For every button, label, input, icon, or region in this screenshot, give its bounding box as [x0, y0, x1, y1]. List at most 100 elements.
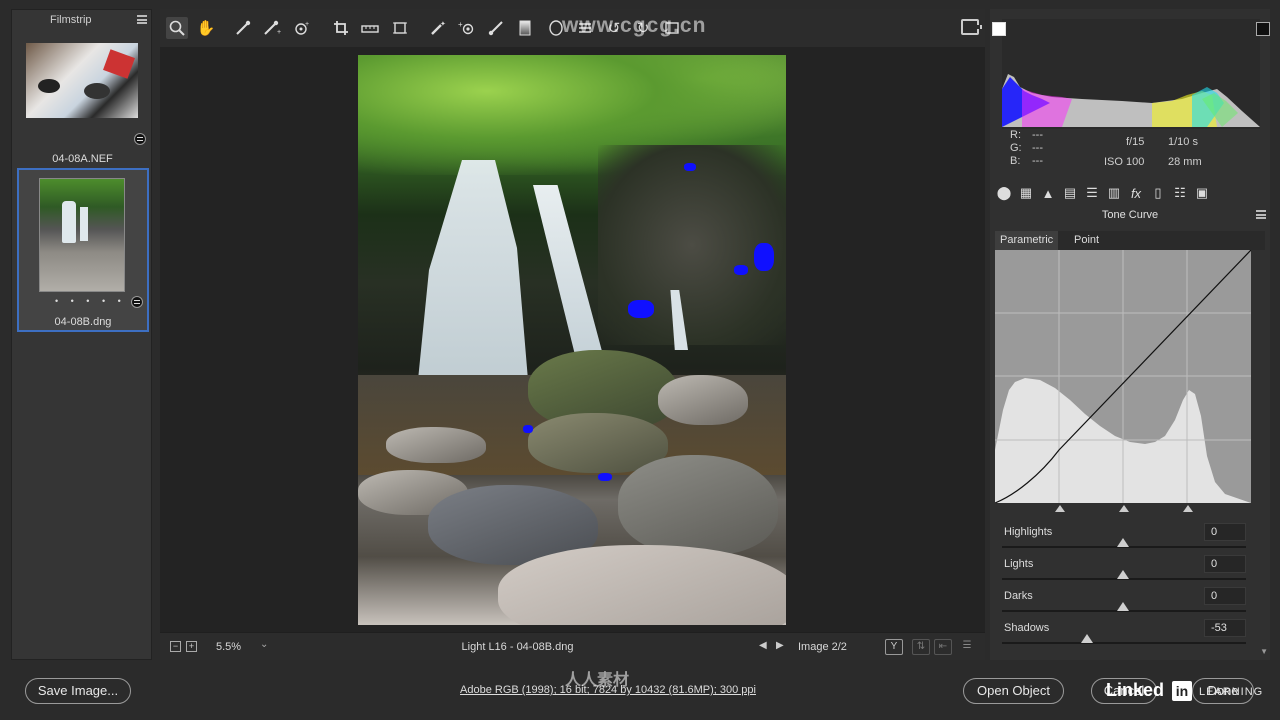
before-after-toggle[interactable]: Y [885, 639, 903, 655]
slider-track[interactable] [1002, 642, 1246, 644]
effects-tab-icon[interactable]: fx [1127, 184, 1145, 202]
shadow-clipping-overlay [684, 163, 696, 171]
swap-settings-icon[interactable]: ⇅ [912, 639, 930, 655]
svg-text:+: + [305, 21, 309, 28]
focal-length: 28 mm [1168, 156, 1202, 168]
targeted-adjustment-icon[interactable]: + [291, 17, 313, 39]
highlight-clipping-warning-toggle[interactable] [1256, 22, 1270, 36]
blue-value: --- [1032, 155, 1043, 167]
slider-thumb[interactable] [1117, 602, 1129, 611]
presets-tab-icon[interactable]: ☷ [1171, 184, 1189, 202]
thumbnail-filename: 04-08A.NEF [52, 153, 113, 165]
svg-text:+: + [458, 20, 463, 29]
logo-text: Linked [1106, 680, 1165, 700]
panel-menu-icon[interactable] [1256, 210, 1266, 219]
slider-label: Highlights [1004, 526, 1053, 538]
slider-label: Lights [1004, 558, 1034, 570]
filmstrip-thumbnail-1[interactable]: 04-08A.NEF [16, 35, 149, 173]
histogram-chart [1002, 74, 1260, 127]
image-info: R: --- G: --- B: --- f/15 1/10 s ISO 100… [990, 129, 1270, 179]
white-balance-picker-icon[interactable] [232, 17, 254, 39]
site-watermark: www.cgcg.cn [562, 14, 707, 37]
graduated-filter-icon[interactable] [514, 17, 536, 39]
panel-title: Tone Curve [1101, 209, 1159, 221]
slider-lights: Lights 0 [1002, 555, 1246, 590]
shadow-clipping-overlay [628, 300, 654, 318]
blue-label: B: [1010, 155, 1021, 167]
tab-point[interactable]: Point [1069, 231, 1104, 250]
green-label: G: [1010, 142, 1022, 154]
right-panel: R: --- G: --- B: --- f/15 1/10 s ISO 100… [990, 9, 1270, 660]
straighten-icon[interactable] [359, 17, 381, 39]
thumbnail-image [26, 43, 138, 118]
shutter-speed: 1/10 s [1168, 136, 1198, 148]
svg-text:+: + [277, 29, 281, 36]
slider-thumb[interactable] [1081, 634, 1093, 643]
zoom-icon[interactable] [166, 17, 188, 39]
region-split-handle-1[interactable] [1055, 505, 1065, 512]
scroll-down-arrow-icon[interactable]: ▼ [1260, 647, 1268, 656]
tone-curve-tab-icon[interactable]: ▦ [1017, 184, 1035, 202]
region-split-handle-3[interactable] [1183, 505, 1193, 512]
shadow-clipping-overlay [754, 243, 774, 271]
snapshots-tab-icon[interactable]: ▣ [1193, 184, 1211, 202]
filmstrip-title: Filmstrip [50, 14, 92, 26]
shadow-clipping-overlay [523, 425, 533, 433]
hsl-tab-icon[interactable]: ▤ [1061, 184, 1079, 202]
bottom-bar: Save Image... Adobe RGB (1998); 16 bit; … [0, 662, 1280, 720]
svg-text:✦: ✦ [440, 20, 446, 28]
thumbnail-image [39, 178, 125, 292]
logo-in-box: in [1172, 681, 1192, 701]
filmstrip-menu-icon[interactable] [137, 15, 147, 24]
aperture: f/15 [1126, 136, 1145, 148]
tab-parametric[interactable]: Parametric [995, 231, 1059, 250]
camera-calibration-tab-icon[interactable]: ▯ [1149, 184, 1167, 202]
detail-tab-icon[interactable]: ▲ [1039, 184, 1057, 202]
brush-icon[interactable] [485, 17, 507, 39]
next-image-button[interactable]: ▶ [776, 640, 784, 651]
shadow-clipping-warning-toggle[interactable] [992, 22, 1006, 36]
green-value: --- [1032, 142, 1043, 154]
red-eye-icon[interactable]: + [456, 17, 478, 39]
split-toning-tab-icon[interactable]: ☰ [1083, 184, 1101, 202]
lights-value-field[interactable]: 0 [1204, 555, 1246, 573]
curve-mode-tabs: Parametric Point [995, 231, 1265, 250]
region-split-handle-2[interactable] [1119, 505, 1129, 512]
transform-icon[interactable] [389, 17, 411, 39]
toggle-defaults-icon[interactable]: ☰ [958, 639, 976, 655]
highlights-value-field[interactable]: 0 [1204, 523, 1246, 541]
tone-curve-graph[interactable] [994, 249, 1252, 504]
slider-thumb[interactable] [1117, 570, 1129, 579]
image-canvas[interactable] [160, 47, 985, 632]
adjustments-badge-icon [131, 296, 143, 308]
hand-icon[interactable]: ✋ [195, 17, 217, 39]
status-bar: − + 5.5% ⌄ Light L16 - 04-08B.dng ◀ ▶ Im… [160, 632, 985, 660]
logo-suffix: LEARNING [1199, 686, 1264, 698]
export-icon[interactable] [961, 19, 982, 35]
shadow-clipping-overlay [598, 473, 612, 481]
preview-image[interactable] [358, 55, 786, 625]
star-rating[interactable]: • • • • • [55, 296, 126, 306]
bottom-watermark: 人人素材 [565, 672, 630, 689]
previous-image-button[interactable]: ◀ [759, 640, 767, 651]
darks-value-field[interactable]: 0 [1204, 587, 1246, 605]
color-sampler-icon[interactable]: + [261, 17, 283, 39]
lens-corrections-tab-icon[interactable]: ▥ [1105, 184, 1123, 202]
copy-settings-icon[interactable]: ⇤ [934, 639, 952, 655]
spot-removal-icon[interactable]: ✦ [427, 17, 449, 39]
slider-label: Shadows [1004, 622, 1050, 634]
basic-panel-icon[interactable]: ⬤ [995, 184, 1013, 202]
slider-darks: Darks 0 [1002, 587, 1246, 622]
slider-highlights: Highlights 0 [1002, 523, 1246, 558]
red-label: R: [1010, 129, 1021, 141]
histogram [992, 19, 1270, 129]
shadows-value-field[interactable]: -53 [1204, 619, 1246, 637]
adjustments-badge-icon [134, 133, 146, 145]
slider-thumb[interactable] [1117, 538, 1129, 547]
iso: ISO 100 [1104, 156, 1145, 168]
crop-icon[interactable] [330, 17, 352, 39]
filmstrip-header: Filmstrip [12, 10, 151, 32]
open-object-button[interactable]: Open Object [963, 678, 1064, 704]
filmstrip-thumbnail-2[interactable]: • • • • • 04-08B.dng [17, 168, 149, 332]
red-value: --- [1032, 129, 1043, 141]
